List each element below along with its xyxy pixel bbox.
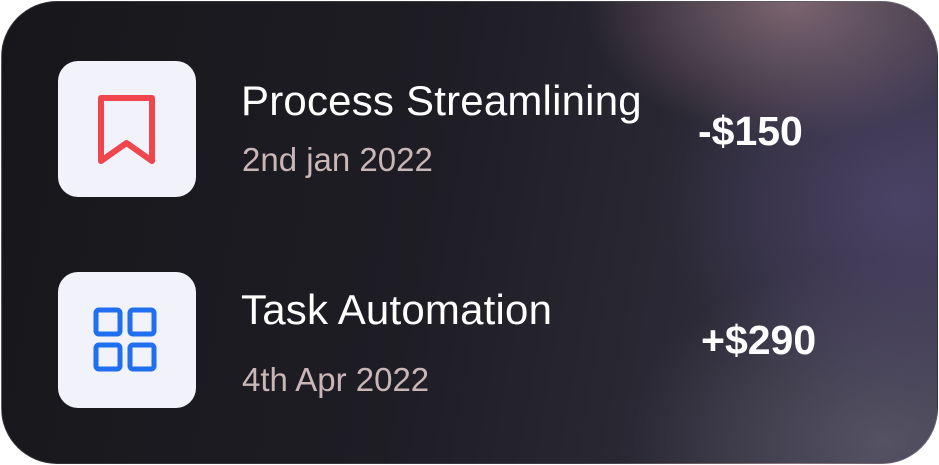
transaction-title: Process Streamlining [241, 77, 642, 124]
transaction-date: 2nd jan 2022 [242, 141, 433, 178]
grid-icon [93, 307, 157, 372]
bookmark-icon-tile [58, 61, 196, 197]
transaction-date: 4th Apr 2022 [242, 361, 430, 398]
grid-icon-tile [58, 272, 196, 408]
transactions-card: Process Streamlining 2nd jan 2022 -$150 … [1, 1, 938, 464]
bookmark-icon [98, 95, 155, 164]
transaction-amount: +$290 [701, 317, 817, 363]
transaction-amount: -$150 [698, 108, 803, 154]
transaction-title: Task Automation [241, 286, 553, 333]
